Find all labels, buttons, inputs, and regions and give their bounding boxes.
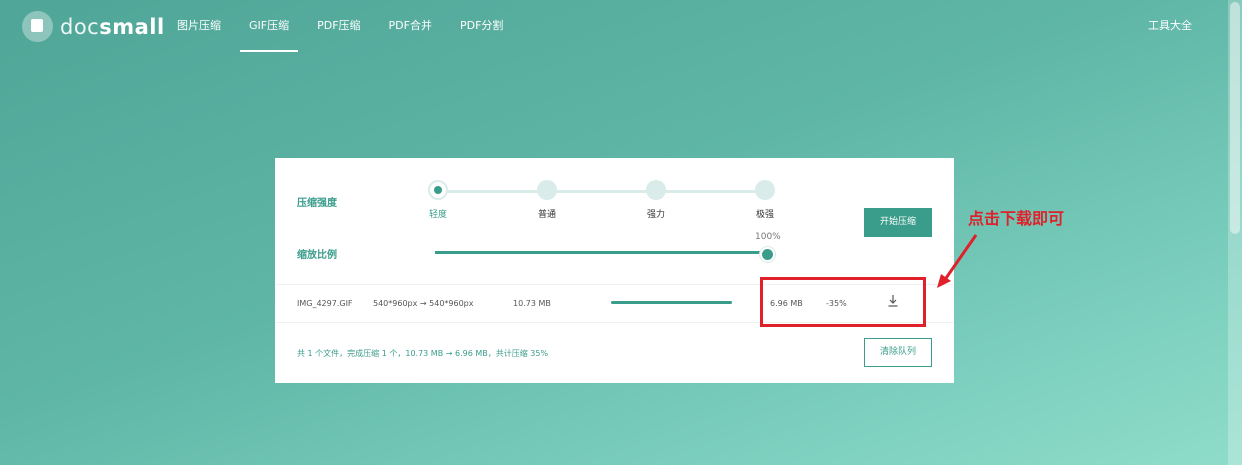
strength-track — [437, 190, 765, 193]
level-label-strong[interactable]: 强力 — [636, 207, 676, 220]
annotation-text: 点击下载即可 — [968, 209, 1065, 228]
nav-all-tools[interactable]: 工具大全 — [1148, 0, 1192, 52]
nav-pdf-merge[interactable]: PDF合并 — [380, 0, 441, 52]
scale-label: 缩放比例 — [297, 250, 337, 261]
page-scrollbar[interactable] — [1228, 0, 1242, 465]
level-label-extreme[interactable]: 极强 — [745, 207, 785, 220]
scale-value: 100% — [755, 232, 781, 242]
file-name: IMG_4297.GIF — [297, 299, 353, 308]
annotation-arrow-icon — [937, 234, 978, 288]
nav-pdf-compress[interactable]: PDF压缩 — [308, 0, 369, 52]
level-dot-extreme[interactable] — [755, 180, 775, 200]
compress-panel: 压缩强度 轻度 普通 强力 极强 缩放比例 100% 开始压缩 IMG_4297… — [275, 158, 954, 383]
nav-pdf-split[interactable]: PDF分割 — [451, 0, 512, 52]
file-progress-bar — [611, 301, 732, 304]
summary-text: 共 1 个文件，完成压缩 1 个，10.73 MB → 6.96 MB，共计压缩… — [297, 349, 549, 358]
scale-slider-track[interactable] — [435, 251, 767, 254]
annotation-highlight-box — [760, 277, 926, 327]
level-dot-normal[interactable] — [537, 180, 557, 200]
scale-slider-fill — [435, 251, 767, 254]
level-label-light[interactable]: 轻度 — [418, 207, 458, 220]
level-label-normal[interactable]: 普通 — [527, 207, 567, 220]
file-original-size: 10.73 MB — [513, 299, 551, 308]
start-compress-button[interactable]: 开始压缩 — [864, 208, 932, 237]
scrollbar-thumb[interactable] — [1230, 2, 1240, 234]
file-dimensions: 540*960px → 540*960px — [373, 299, 474, 308]
top-navbar: docsmall 图片压缩 GIF压缩 PDF压缩 PDF合并 PDF分割 工具… — [0, 0, 1242, 52]
nav-image-compress[interactable]: 图片压缩 — [168, 0, 230, 52]
clear-queue-button[interactable]: 清除队列 — [864, 338, 932, 367]
level-dot-light[interactable] — [428, 180, 448, 200]
main-nav: 图片压缩 GIF压缩 PDF压缩 PDF合并 PDF分割 — [168, 0, 522, 52]
nav-gif-compress[interactable]: GIF压缩 — [240, 0, 299, 52]
scale-slider-handle[interactable] — [760, 247, 775, 262]
strength-label: 压缩强度 — [297, 198, 337, 209]
logo-text: docsmall — [60, 14, 165, 39]
logo-icon — [22, 11, 53, 42]
logo[interactable]: docsmall — [22, 11, 165, 42]
level-dot-strong[interactable] — [646, 180, 666, 200]
